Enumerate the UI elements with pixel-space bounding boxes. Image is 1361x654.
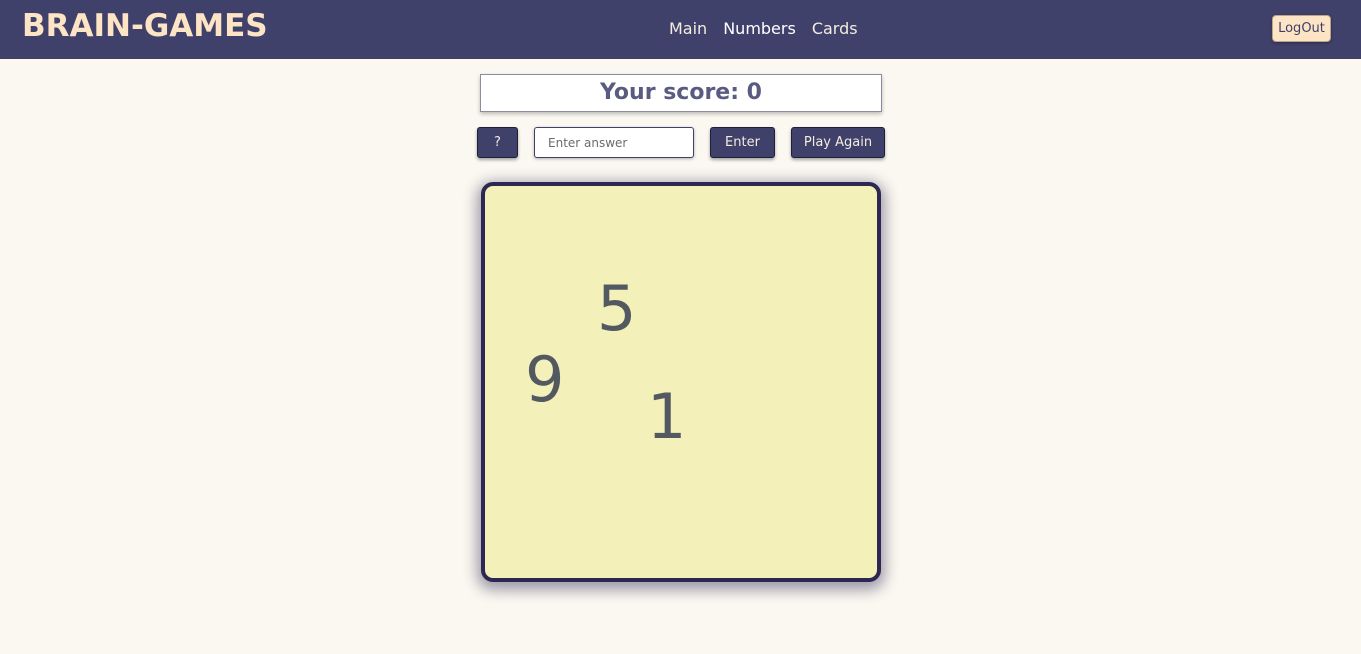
help-button[interactable]: ? — [477, 127, 518, 158]
game-board: 5 9 1 — [481, 182, 881, 582]
board-number: 1 — [647, 380, 687, 453]
nav-link-cards[interactable]: Cards — [812, 19, 858, 38]
board-number: 9 — [525, 343, 565, 416]
board-number: 5 — [597, 272, 637, 345]
nav-link-numbers[interactable]: Numbers — [723, 19, 796, 38]
logout-button[interactable]: LogOut — [1272, 15, 1331, 42]
enter-button[interactable]: Enter — [710, 127, 775, 158]
nav-links: Main Numbers Cards — [669, 19, 858, 38]
answer-input[interactable] — [534, 127, 694, 158]
brand-logo[interactable]: BRAIN-GAMES — [22, 8, 268, 44]
nav-link-main[interactable]: Main — [669, 19, 707, 38]
play-again-button[interactable]: Play Again — [791, 127, 885, 158]
score-display: Your score: 0 — [480, 74, 882, 112]
navbar: BRAIN-GAMES Main Numbers Cards LogOut — [0, 0, 1361, 59]
